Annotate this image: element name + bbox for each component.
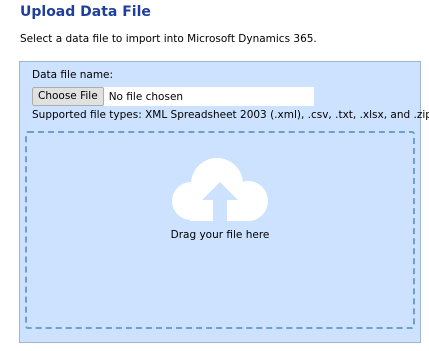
intro-text: Select a data file to import into Micros… (20, 33, 317, 45)
data-file-name-label: Data file name: (32, 69, 114, 81)
page-title: Upload Data File (20, 4, 151, 20)
file-picker[interactable]: Choose File No file chosen (32, 87, 314, 106)
choose-file-button[interactable]: Choose File (32, 87, 104, 106)
drop-zone-text: Drag your file here (170, 229, 270, 241)
drop-zone[interactable]: Drag your file here (25, 131, 415, 329)
supported-file-types-text: Supported file types: XML Spreadsheet 20… (32, 109, 429, 121)
file-status-text: No file chosen (108, 90, 184, 103)
cloud-upload-icon (172, 158, 268, 221)
upload-panel: Data file name: Choose File No file chos… (19, 61, 429, 343)
